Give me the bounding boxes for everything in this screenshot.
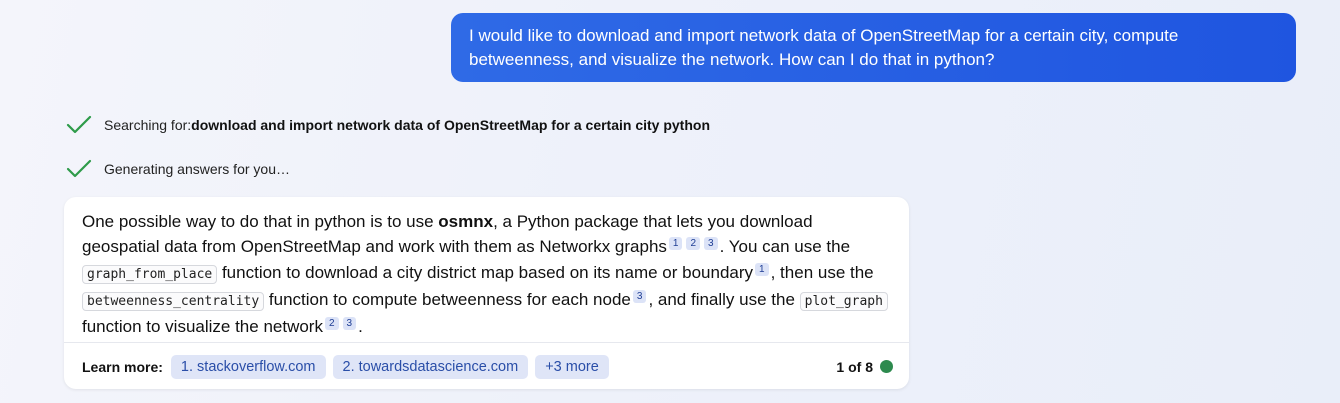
answer-card: One possible way to do that in python is… [64,197,909,389]
inline-code: plot_graph [799,291,888,311]
answer-segment: function to visualize the network [82,317,323,337]
answer-segment: . [358,317,363,337]
inline-code: betweenness_centrality [82,291,265,311]
citation-link[interactable]: 3 [342,317,357,331]
citation-link[interactable]: 3 [632,289,647,303]
answer-segment: , and finally use the [648,289,800,309]
answer-segment: One possible way to do that in python is… [82,212,439,231]
learn-more-bar: Learn more: 1. stackoverflow.com 2. towa… [82,354,893,379]
user-message-bubble: I would like to download and import netw… [451,13,1296,82]
inline-code: graph_from_place [82,264,218,284]
status-searching: Searching for: download and import netwo… [66,113,710,137]
status-prefix: Searching for: [104,117,192,133]
citation-link[interactable]: 1 [668,237,683,251]
checkmark-icon [66,115,92,134]
answer-text: One possible way to do that in python is… [64,197,909,339]
response-counter-text: 1 of 8 [836,358,873,375]
status-generating: Generating answers for you… [66,157,290,181]
more-sources-button[interactable]: +3 more [535,354,609,379]
response-counter: 1 of 8 [836,359,893,375]
learn-more-label: Learn more: [82,358,163,375]
citation-link[interactable]: 2 [686,237,701,251]
answer-segment: function to download a city district map… [217,262,754,282]
citation-link[interactable]: 1 [755,262,769,276]
status-prefix: Generating answers for you… [104,161,290,177]
status-dot-icon [880,360,893,373]
checkmark-icon [66,159,92,178]
card-divider [64,342,909,343]
citation-link[interactable]: 3 [704,237,718,251]
source-link-stackoverflow[interactable]: 1. stackoverflow.com [170,354,326,379]
citation-link[interactable]: 2 [324,317,339,331]
answer-segment: , then use the [770,262,874,282]
search-query: download and import network data of Open… [191,117,710,133]
package-name: osmnx [438,212,494,231]
answer-segment: . You can use the [719,237,851,257]
answer-segment: function to compute betweenness for each… [264,289,631,309]
user-message-text: I would like to download and import netw… [469,26,1179,69]
source-link-towardsdatascience[interactable]: 2. towardsdatascience.com [332,354,529,379]
